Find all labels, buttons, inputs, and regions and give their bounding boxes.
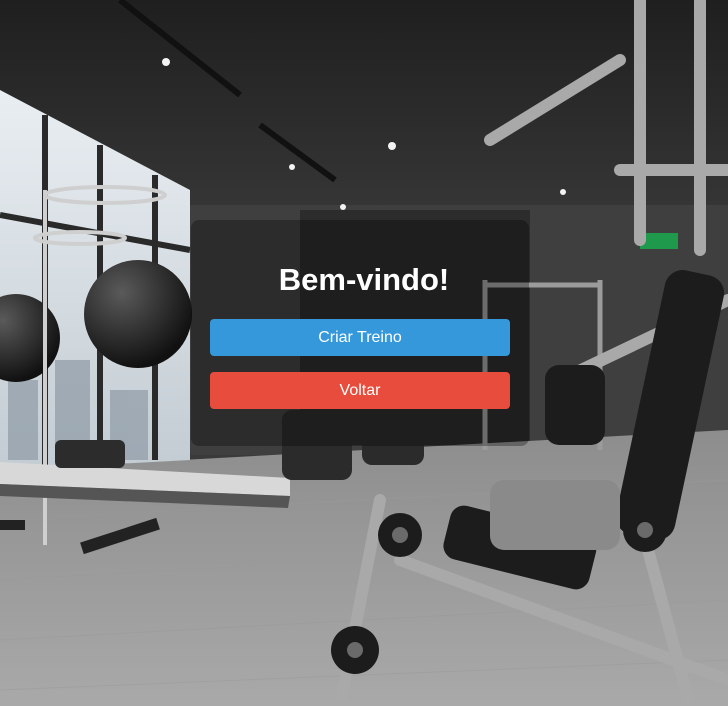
back-button[interactable]: Voltar <box>210 372 510 409</box>
page-title: Bem-vindo! <box>278 262 450 297</box>
create-workout-button[interactable]: Criar Treino <box>210 319 510 356</box>
